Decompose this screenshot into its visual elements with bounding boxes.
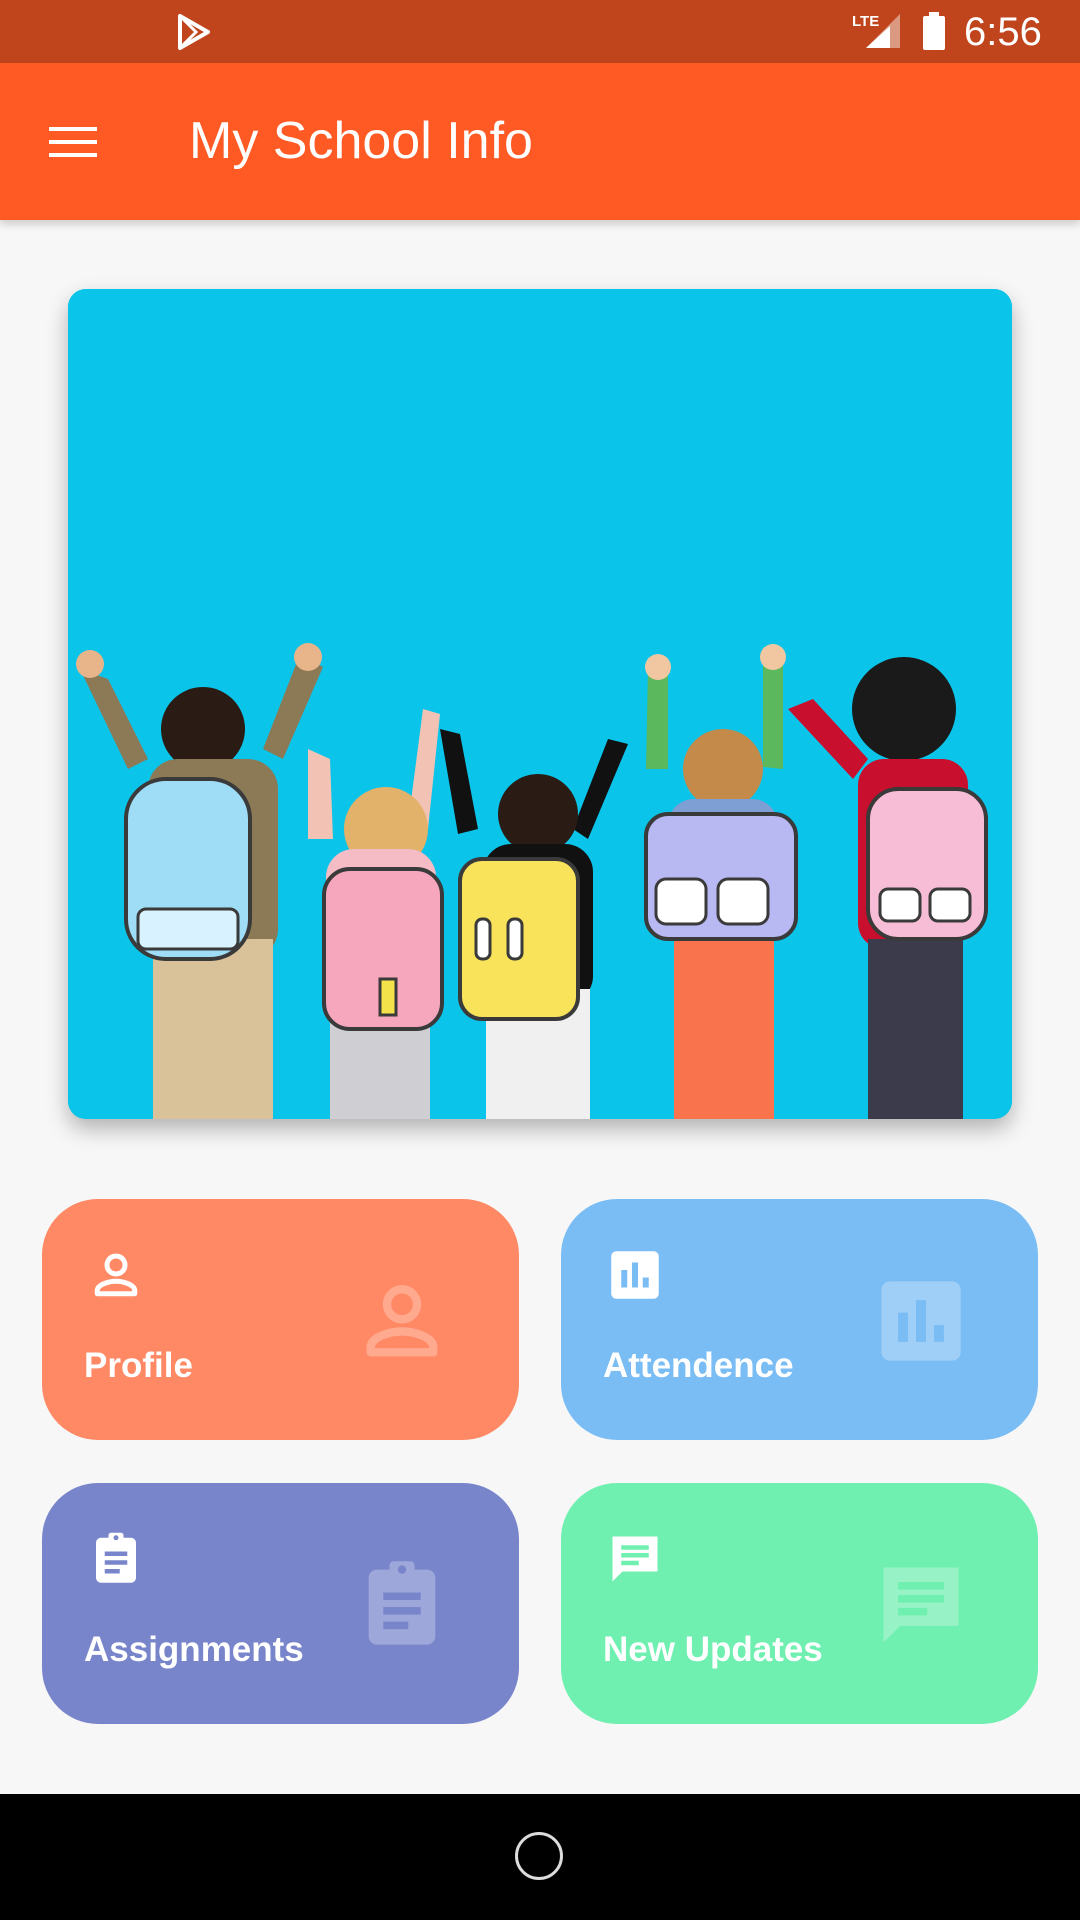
- system-nav-bar: [0, 1794, 1080, 1920]
- bar-chart-icon: [611, 1251, 659, 1299]
- svg-text:LTE: LTE: [852, 13, 879, 30]
- message-icon: [883, 1567, 959, 1643]
- lte-signal-icon: LTE: [852, 13, 900, 48]
- clipboard-icon: [368, 1561, 436, 1645]
- profile-tile-label: Profile: [84, 1346, 193, 1385]
- status-time: 6:56: [964, 10, 1042, 54]
- profile-tile[interactable]: Profile: [42, 1199, 519, 1440]
- attendence-tile-label: Attendence: [603, 1346, 794, 1385]
- hero-image-card: [68, 289, 1012, 1119]
- person-icon: [94, 1253, 138, 1297]
- person-icon: [366, 1285, 438, 1357]
- children-with-backpacks-image: [68, 289, 1012, 1119]
- bar-chart-icon: [881, 1281, 961, 1361]
- play-store-icon: [178, 14, 210, 50]
- app-bar: My School Info: [0, 63, 1080, 220]
- page-title: My School Info: [189, 112, 533, 170]
- status-bar: LTE 6:56: [0, 0, 1080, 63]
- menu-icon[interactable]: [48, 117, 98, 167]
- assignments-tile-label: Assignments: [84, 1630, 304, 1669]
- message-icon: [612, 1536, 658, 1582]
- assignments-tile[interactable]: Assignments: [42, 1483, 519, 1724]
- home-button[interactable]: [515, 1832, 563, 1880]
- clipboard-icon: [96, 1532, 136, 1583]
- attendence-tile[interactable]: Attendence: [561, 1199, 1038, 1440]
- new-updates-tile[interactable]: New Updates: [561, 1483, 1038, 1724]
- battery-icon: [923, 12, 945, 50]
- new-updates-tile-label: New Updates: [603, 1630, 823, 1669]
